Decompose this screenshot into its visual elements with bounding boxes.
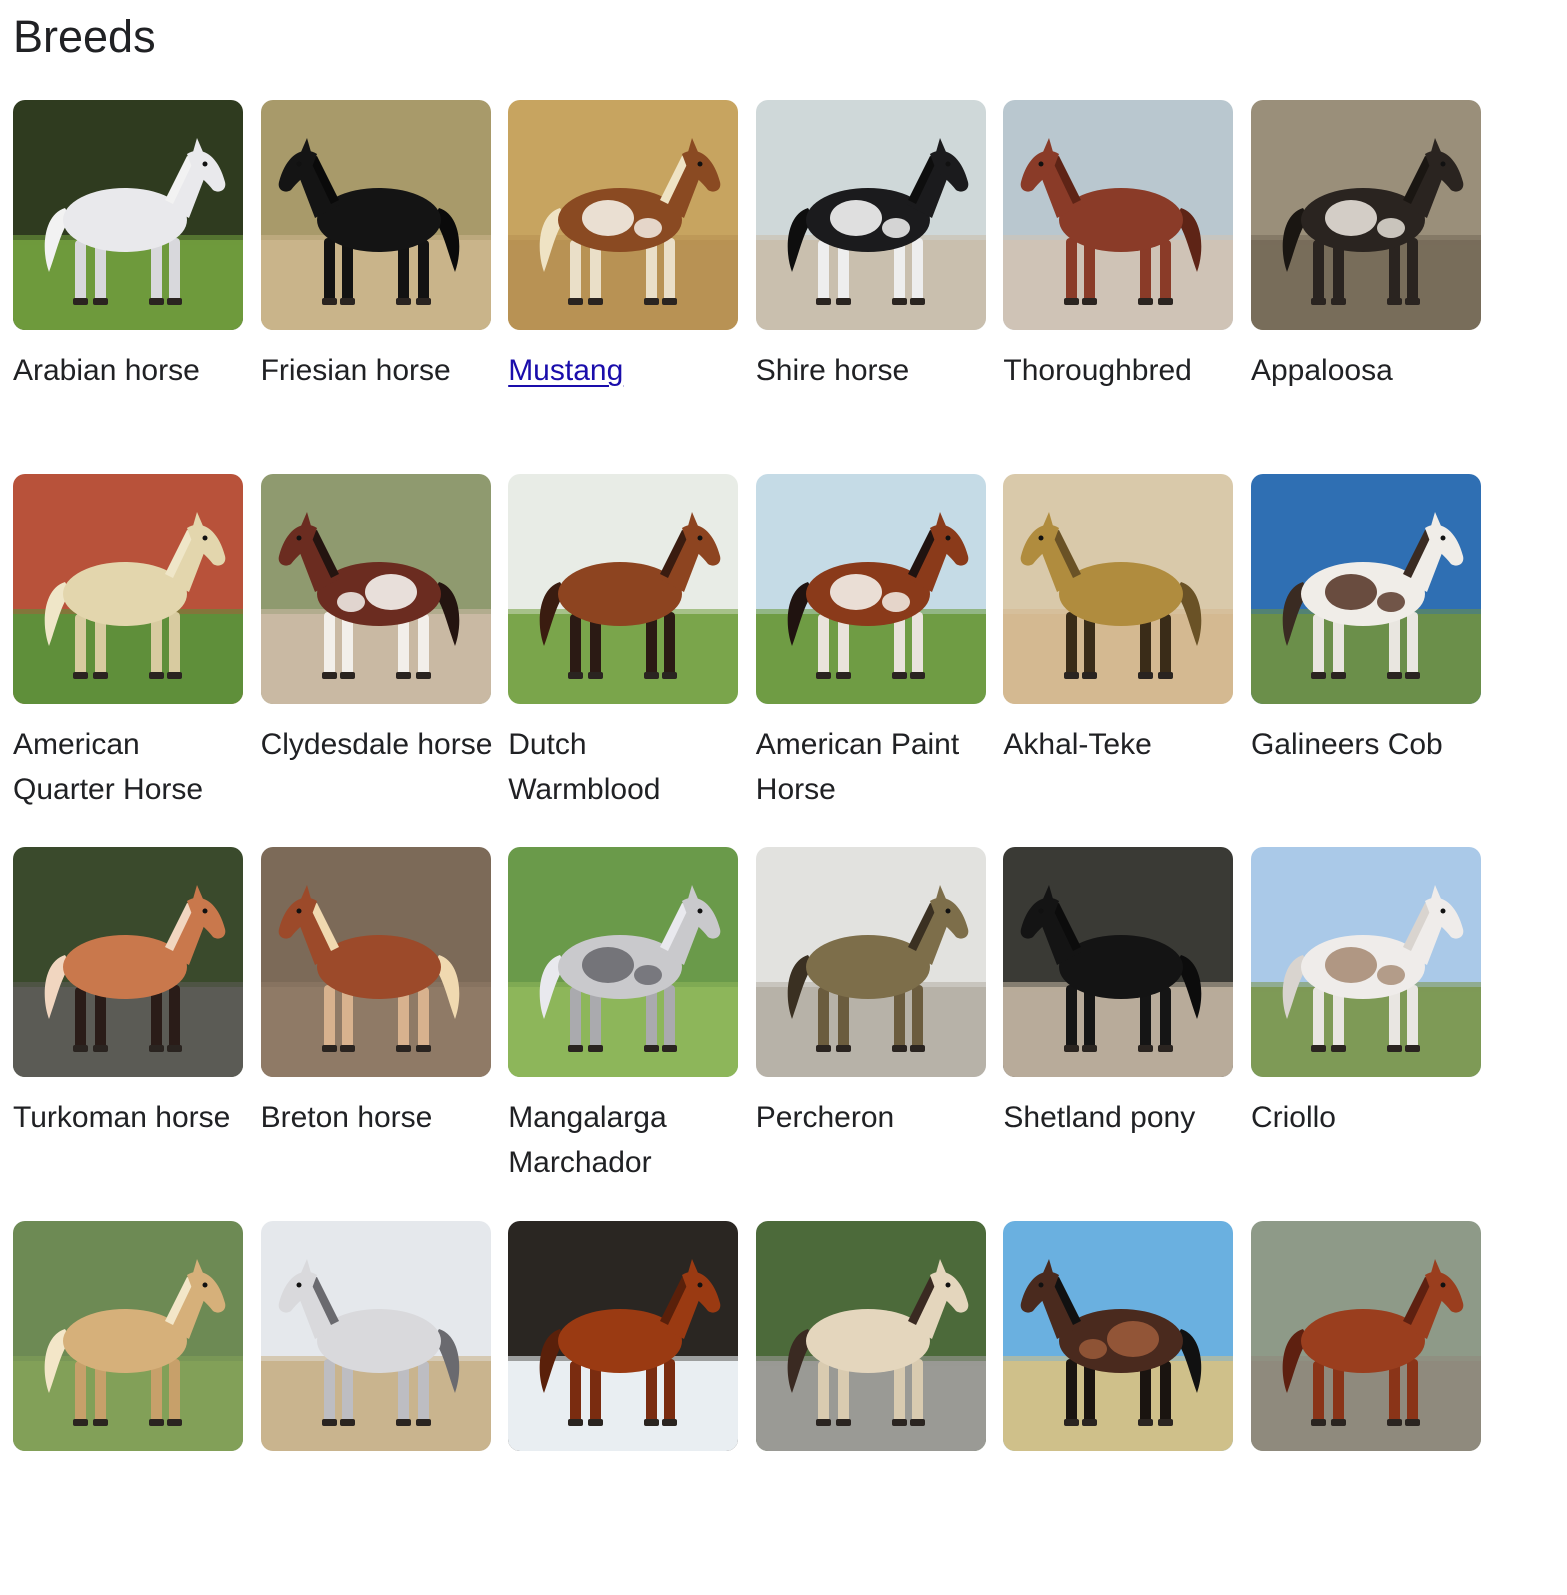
breed-thumbnail[interactable] [13, 847, 243, 1078]
breed-card-percheron[interactable]: Percheron [755, 847, 988, 1221]
breed-name[interactable]: Thoroughbred [1003, 348, 1235, 393]
breed-thumbnail[interactable] [508, 100, 739, 330]
breed-card-row4-2[interactable] [260, 1221, 491, 1595]
breed-name[interactable]: Galineers Cob [1251, 722, 1483, 767]
breed-card-american-paint-horse[interactable]: American Paint Horse [755, 473, 988, 848]
breed-thumbnail[interactable] [260, 847, 491, 1078]
horse-photo-image [508, 100, 739, 330]
horse-photo-image [13, 1221, 243, 1452]
horse-photo-image [1250, 847, 1481, 1078]
section-title: Breeds [13, 11, 156, 62]
breed-thumbnail[interactable] [1003, 100, 1234, 330]
horse-photo-image [260, 100, 491, 330]
breed-thumbnail[interactable] [1003, 847, 1234, 1078]
breed-name[interactable]: Mustang [508, 348, 740, 393]
breed-name[interactable]: Shire horse [756, 348, 988, 393]
breed-card-thoroughbred[interactable]: Thoroughbred [1003, 100, 1235, 474]
breed-card-mustang[interactable]: Mustang [508, 100, 740, 474]
horse-photo-image [260, 847, 491, 1078]
breed-name[interactable]: Akhal-Teke [1003, 722, 1235, 767]
breed-thumbnail[interactable] [1003, 1221, 1234, 1452]
breed-card-american-quarter-horse[interactable]: American Quarter Horse [13, 473, 245, 848]
breed-thumbnail[interactable] [755, 1221, 986, 1452]
horse-photo-image [1250, 473, 1481, 704]
breed-thumbnail[interactable] [755, 847, 986, 1078]
breed-card-row4-4[interactable] [755, 1221, 986, 1595]
breed-name[interactable]: Dutch Warmblood [508, 722, 740, 812]
breed-thumbnail[interactable] [755, 473, 986, 704]
breed-thumbnail[interactable] [755, 100, 986, 330]
breed-thumbnail[interactable] [260, 1221, 491, 1452]
breed-card-criollo[interactable]: Criollo [1250, 847, 1483, 1221]
breed-name[interactable]: Mangalarga Marchador [508, 1095, 740, 1185]
breed-card-mangalarga-marchador[interactable]: Mangalarga Marchador [508, 847, 740, 1221]
breed-name[interactable]: Turkoman horse [13, 1095, 245, 1140]
breed-thumbnail[interactable] [13, 100, 243, 330]
breed-thumbnail[interactable] [1250, 100, 1481, 330]
breed-name[interactable]: Appaloosa [1251, 348, 1483, 393]
breed-name[interactable]: Percheron [756, 1095, 988, 1140]
breed-card-row4-5[interactable] [1003, 1221, 1234, 1595]
horse-photo-image [1003, 1221, 1234, 1452]
breed-card-turkoman-horse[interactable]: Turkoman horse [13, 847, 243, 1221]
breed-card-appaloosa[interactable]: Appaloosa [1250, 100, 1483, 474]
breed-name[interactable]: American Quarter Horse [13, 722, 245, 812]
horse-photo-image [1250, 1221, 1481, 1452]
horse-photo-image [508, 1221, 739, 1452]
horse-photo-image [755, 100, 986, 330]
breed-thumbnail[interactable] [260, 473, 491, 704]
horse-photo-image [260, 1221, 491, 1452]
breed-thumbnail[interactable] [1250, 847, 1481, 1078]
breed-card-arabian-horse[interactable]: Arabian horse [13, 100, 243, 474]
horse-photo-image [1003, 847, 1234, 1078]
breed-thumbnail[interactable] [508, 847, 739, 1078]
breed-thumbnail[interactable] [1003, 473, 1234, 704]
breed-card-dutch-warmblood[interactable]: Dutch Warmblood [508, 473, 740, 848]
breed-name[interactable]: Arabian horse [13, 348, 245, 393]
horse-photo-image [755, 473, 986, 704]
breed-card-friesian-horse[interactable]: Friesian horse [260, 100, 493, 474]
breeds-grid: Arabian horse Friesian horse Mustang Shi… [13, 100, 1481, 1595]
breed-name[interactable]: Criollo [1251, 1095, 1483, 1140]
breed-thumbnail[interactable] [1250, 1221, 1481, 1452]
horse-photo-image [508, 847, 739, 1078]
breed-thumbnail[interactable] [13, 1221, 243, 1452]
breed-card-shire-horse[interactable]: Shire horse [755, 100, 988, 474]
horse-photo-image [508, 473, 739, 704]
breed-card-row4-3[interactable] [508, 1221, 739, 1595]
breed-thumbnail[interactable] [508, 1221, 739, 1452]
breed-card-row4-1[interactable] [13, 1221, 243, 1595]
horse-photo-image [755, 847, 986, 1078]
horse-photo-image [1003, 473, 1234, 704]
breed-name[interactable]: Breton horse [261, 1095, 493, 1140]
horse-photo-image [13, 847, 243, 1078]
breed-card-row4-6[interactable] [1250, 1221, 1481, 1595]
horse-photo-image [1003, 100, 1234, 330]
horse-photo-image [13, 473, 243, 704]
breed-thumbnail[interactable] [508, 473, 739, 704]
breed-name[interactable]: Shetland pony [1003, 1095, 1235, 1140]
breed-name[interactable]: Friesian horse [261, 348, 493, 393]
breed-thumbnail[interactable] [1250, 473, 1481, 704]
horse-photo-image [260, 473, 491, 704]
breed-thumbnail[interactable] [260, 100, 491, 330]
breed-name[interactable]: American Paint Horse [756, 722, 988, 812]
horse-photo-image [13, 100, 243, 330]
breed-name[interactable]: Clydesdale horse [261, 722, 493, 767]
breed-card-breton-horse[interactable]: Breton horse [260, 847, 493, 1221]
breed-card-akhal-teke[interactable]: Akhal-Teke [1003, 473, 1235, 848]
breed-card-clydesdale-horse[interactable]: Clydesdale horse [260, 473, 493, 848]
breed-card-shetland-pony[interactable]: Shetland pony [1003, 847, 1235, 1221]
horse-photo-image [755, 1221, 986, 1452]
breed-thumbnail[interactable] [13, 473, 243, 704]
breed-card-galineers-cob[interactable]: Galineers Cob [1250, 473, 1483, 848]
horse-photo-image [1250, 100, 1481, 330]
